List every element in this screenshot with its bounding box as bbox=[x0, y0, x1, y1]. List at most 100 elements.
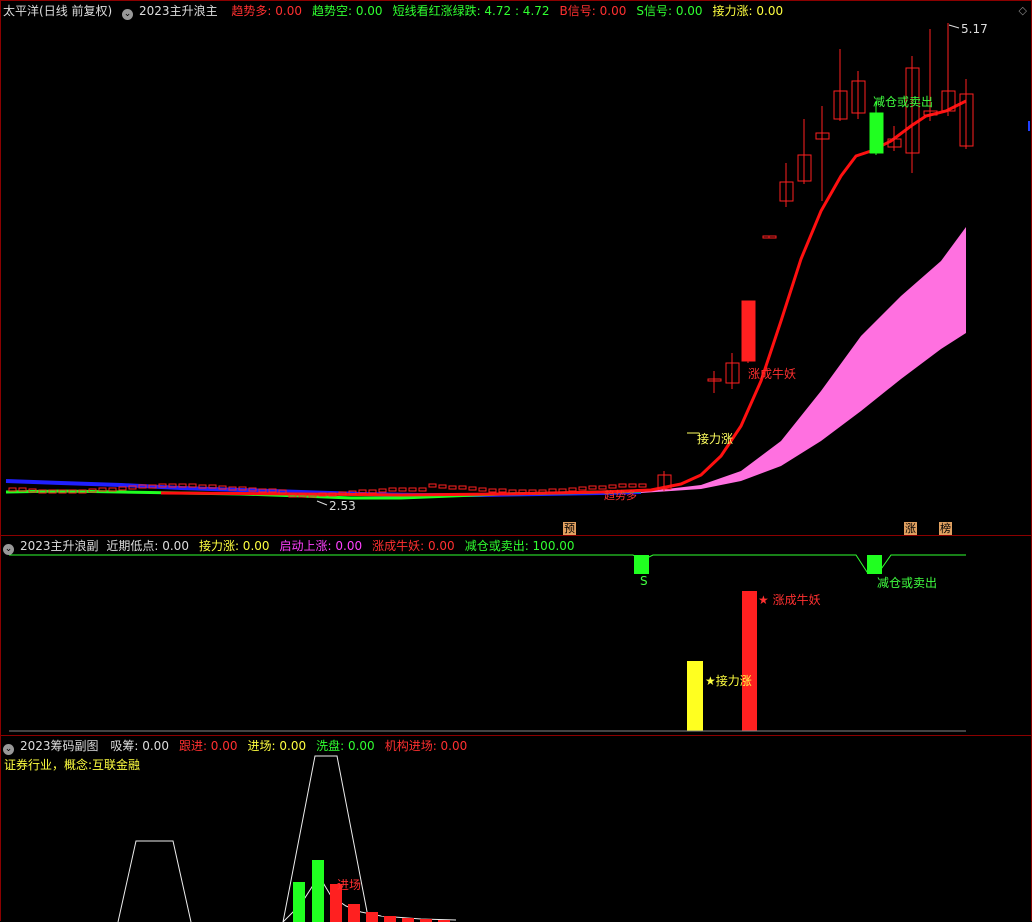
annot-bull: 涨成牛妖 bbox=[748, 367, 797, 381]
chip-bar bbox=[384, 916, 396, 922]
sub1-indicator-name[interactable]: 2023主升浪副 bbox=[20, 539, 99, 553]
main-field-5: 接力涨: 0.00 bbox=[712, 4, 784, 18]
main-chart-canvas[interactable] bbox=[1, 1, 1032, 537]
candle-small bbox=[548, 488, 557, 493]
sub1-header: ⌄ 2023主升浪副 近期低点: 0.00 接力涨: 0.00 启动上涨: 0.00 涨… bbox=[3, 538, 591, 555]
sub1-field-4: 减仓或卖出: 100.00 bbox=[464, 539, 575, 553]
red-ma-line bbox=[160, 99, 967, 497]
candle-small bbox=[368, 489, 377, 494]
s-signal-bar bbox=[634, 555, 649, 574]
high-price-label: 5.17 bbox=[961, 22, 988, 36]
candle-small bbox=[638, 483, 647, 488]
sub1-field-0: 近期低点: 0.00 bbox=[106, 539, 189, 553]
candle-small bbox=[178, 483, 187, 488]
chip-trapezoid-left bbox=[117, 840, 192, 922]
main-field-0: 趋势多: 0.00 bbox=[231, 4, 302, 18]
sub2-field-2: 进场: 0.00 bbox=[247, 739, 307, 753]
diamond-icon[interactable]: ◇ bbox=[1019, 4, 1027, 17]
candle-small bbox=[198, 484, 207, 489]
tag-bang: 榜 bbox=[939, 522, 952, 535]
annot-relay: 接力涨 bbox=[697, 432, 734, 446]
sell-level-line bbox=[9, 554, 966, 573]
candle-body bbox=[741, 300, 756, 362]
candle-small bbox=[578, 486, 587, 491]
candle-small bbox=[498, 488, 507, 493]
sub-chart-1-canvas[interactable] bbox=[1, 536, 1032, 737]
sub1-field-1: 接力涨: 0.00 bbox=[198, 539, 270, 553]
annot-sell: 减仓或卖出 bbox=[873, 95, 934, 109]
tag-zhang: 涨 bbox=[904, 522, 917, 535]
tag-yu: 预 bbox=[563, 522, 576, 535]
candle-small bbox=[588, 485, 597, 490]
annot-trend: 趋势多 bbox=[604, 489, 637, 502]
candle-small bbox=[378, 488, 387, 493]
sub2-field-0: 吸筹: 0.00 bbox=[110, 739, 169, 753]
indicator-menu-icon[interactable]: ⌄ bbox=[3, 544, 14, 555]
s-signal-label: S bbox=[640, 574, 648, 588]
candle-small bbox=[518, 489, 527, 494]
chip-bar bbox=[293, 882, 305, 922]
candle-small bbox=[408, 487, 417, 492]
relay-signal-label: ★接力涨 bbox=[705, 674, 752, 688]
candle-small bbox=[188, 483, 197, 488]
sub2-indicator-fields: 吸筹: 0.00 跟进: 0.00 进场: 0.00 洗盘: 0.00 机构进场: 0.… bbox=[110, 739, 477, 753]
candle-small bbox=[428, 483, 437, 488]
candle-small bbox=[98, 487, 107, 492]
sell-signal-bar bbox=[867, 555, 882, 574]
sub1-field-2: 启动上涨: 0.00 bbox=[279, 539, 363, 553]
bull-signal-label: ★ 涨成牛妖 bbox=[758, 593, 821, 607]
main-indicator-name[interactable]: 2023主升浪主 bbox=[139, 4, 218, 18]
candle-small bbox=[118, 486, 127, 491]
candle-small bbox=[458, 485, 467, 490]
bull-bar bbox=[742, 591, 757, 731]
candle-small bbox=[558, 488, 567, 493]
candle-small bbox=[398, 487, 407, 492]
candle-small bbox=[448, 485, 457, 490]
sub-chart-2-canvas[interactable] bbox=[1, 736, 1032, 922]
sub2-field-3: 洗盘: 0.00 bbox=[316, 739, 375, 753]
main-indicator-fields: 趋势多: 0.00 趋势空: 0.00 短线看红涨绿跌: 4.72 : 4.72 B信… bbox=[231, 4, 793, 18]
main-field-3: B信号: 0.00 bbox=[559, 4, 627, 18]
candle-small bbox=[8, 487, 17, 492]
relay-bar bbox=[687, 661, 703, 731]
pink-band-area bbox=[641, 227, 966, 493]
main-header: 太平洋(日线 前复权) ⌄ 2023主升浪主 趋势多: 0.00 趋势空: 0.00… bbox=[3, 3, 799, 20]
sub2-indicator-name[interactable]: 2023筹码副图 bbox=[20, 739, 99, 753]
period-label[interactable]: (日线 前复权) bbox=[39, 4, 112, 18]
candle-small bbox=[488, 488, 497, 493]
high-arrow-line bbox=[948, 24, 960, 29]
candle-small bbox=[478, 487, 487, 492]
candle-small bbox=[208, 484, 217, 489]
candle-small bbox=[468, 486, 477, 491]
candle-small bbox=[438, 484, 447, 489]
main-field-2: 短线看红涨绿跌: 4.72 : 4.72 bbox=[392, 4, 550, 18]
main-chart-panel[interactable]: 太平洋(日线 前复权) ⌄ 2023主升浪主 趋势多: 0.00 趋势空: 0.00… bbox=[0, 0, 1032, 536]
candle-small bbox=[538, 489, 547, 494]
main-field-1: 趋势空: 0.00 bbox=[311, 4, 383, 18]
sub1-field-3: 涨成牛妖: 0.00 bbox=[372, 539, 455, 553]
low-arrow-line bbox=[316, 500, 328, 506]
sell-signal-label: 减仓或卖出 bbox=[877, 576, 938, 590]
candle-small bbox=[18, 487, 27, 492]
sub2-field-4: 机构进场: 0.00 bbox=[384, 739, 468, 753]
industry-concept-label: 证券行业，概念:互联金融 bbox=[4, 758, 141, 772]
main-field-4: S信号: 0.00 bbox=[636, 4, 703, 18]
sub1-indicator-fields: 近期低点: 0.00 接力涨: 0.00 启动上涨: 0.00 涨成牛妖: 0.00 减… bbox=[106, 539, 584, 553]
candle-small bbox=[508, 489, 517, 494]
chip-bar bbox=[348, 904, 360, 922]
indicator-menu-icon[interactable]: ⌄ bbox=[3, 744, 14, 755]
candle-small bbox=[388, 487, 397, 492]
sub-chart-1-panel[interactable]: ⌄ 2023主升浪副 近期低点: 0.00 接力涨: 0.00 启动上涨: 0.00 涨… bbox=[0, 535, 1032, 736]
candle-small bbox=[108, 487, 117, 492]
candle-small bbox=[358, 489, 367, 494]
sub2-header: ⌄ 2023筹码副图 吸筹: 0.00 跟进: 0.00 进场: 0.00 洗盘: 0.… bbox=[3, 738, 483, 755]
indicator-menu-icon[interactable]: ⌄ bbox=[122, 9, 134, 20]
chip-bar bbox=[402, 918, 414, 922]
candle-small bbox=[418, 487, 427, 492]
candle-body bbox=[869, 112, 884, 154]
low-price-label: 2.53 bbox=[329, 499, 356, 513]
entry-label: 进场 bbox=[337, 878, 362, 892]
sub2-field-1: 跟进: 0.00 bbox=[178, 739, 238, 753]
stock-name[interactable]: 太平洋 bbox=[3, 4, 39, 18]
sub-chart-2-panel[interactable]: ⌄ 2023筹码副图 吸筹: 0.00 跟进: 0.00 进场: 0.00 洗盘: 0.… bbox=[0, 735, 1032, 922]
